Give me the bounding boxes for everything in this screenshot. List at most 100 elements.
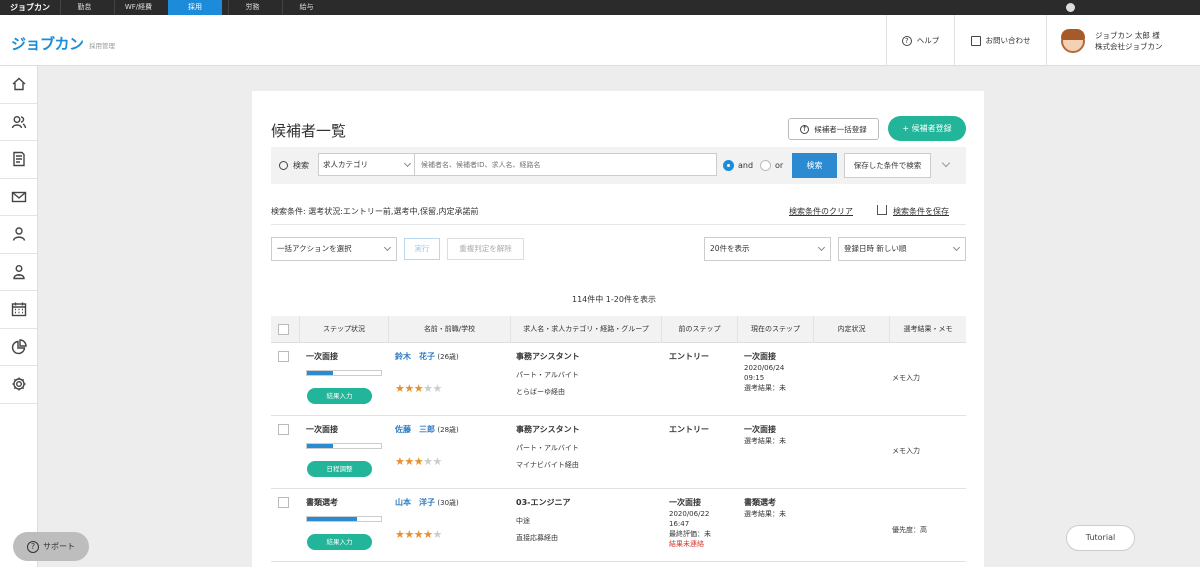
header-job: 求人名・求人カテゴリ・経路・グループ: [510, 316, 661, 343]
row-checkbox[interactable]: [278, 351, 289, 362]
prev-step-notice: 結果未連絡: [669, 540, 704, 548]
chevron-down-icon: [817, 243, 826, 252]
contact-label: お問い合わせ: [985, 36, 1031, 45]
table-row[interactable]: 一次面接 結果入力 鈴木 花子 (26歳) ★★★★★ 事務アシスタント パート…: [271, 343, 966, 416]
job-route: とらばーゆ経由: [516, 388, 565, 396]
step-status: 一次面接: [306, 425, 338, 434]
chart-icon: [11, 339, 27, 354]
header-current-step: 現在のステップ: [737, 316, 813, 343]
sidebar-item-reports[interactable]: [0, 329, 37, 366]
saved-search-button[interactable]: 保存した条件で検索: [844, 153, 931, 178]
account-icon[interactable]: [1066, 3, 1075, 12]
tab-payroll[interactable]: 給与: [282, 0, 330, 15]
current-step-result: 選考結果：未: [744, 384, 786, 392]
or-radio[interactable]: or: [760, 160, 783, 171]
contact-button[interactable]: お問い合わせ: [954, 15, 1046, 66]
candidate-name-link[interactable]: 鈴木 花子: [395, 352, 435, 361]
clear-conditions-link[interactable]: 検索条件のクリア: [789, 206, 853, 217]
candidate-name-link[interactable]: 山本 洋子: [395, 498, 435, 507]
star-rating[interactable]: ★★★★★: [395, 455, 442, 468]
release-duplicate-button[interactable]: 重複判定を解除: [447, 238, 524, 260]
sidebar-item-home[interactable]: [0, 66, 37, 104]
calendar-icon: [11, 302, 26, 317]
search-conditions: 検索条件: 選考状況:エントリー前,選考中,保留,内定承諾前: [271, 207, 479, 216]
execute-button[interactable]: 実行: [404, 238, 440, 260]
current-step-time: 09:15: [744, 374, 765, 382]
memo-input-link[interactable]: メモ入力: [892, 373, 920, 383]
question-icon: ?: [901, 35, 912, 46]
table-row[interactable]: 一次面接 日程調整 佐藤 三郎 (28歳) ★★★★★ 事務アシスタント パート…: [271, 416, 966, 489]
home-icon: [12, 77, 25, 91]
tutorial-button[interactable]: Tutorial: [1066, 525, 1135, 551]
result-input-button[interactable]: 結果入力: [307, 534, 372, 550]
top-navigation: ジョブカン 勤怠 WF/経費 採用 労務 給与: [0, 0, 1200, 15]
chevron-down-icon: [952, 243, 961, 252]
and-radio[interactable]: and: [723, 160, 753, 171]
logo[interactable]: ジョブカン: [11, 33, 84, 54]
select-all-checkbox[interactable]: [278, 324, 289, 335]
table-header: ステップ状況 名前・前職/学校 求人名・求人カテゴリ・経路・グループ 前のステッ…: [271, 316, 966, 343]
job-category-select[interactable]: 求人カテゴリ: [318, 153, 415, 176]
bulk-register-button[interactable]: ↑ 候補者一括登録: [788, 118, 879, 140]
register-candidate-button[interactable]: + 候補者登録: [888, 116, 966, 141]
candidate-list-panel: 候補者一覧 ↑ 候補者一括登録 + 候補者登録 検索 求人カテゴリ and or…: [252, 91, 984, 567]
sort-select[interactable]: 登録日時 新しい順: [838, 237, 966, 261]
result-input-button[interactable]: 結果入力: [307, 388, 372, 404]
current-step: 書類選考: [744, 498, 776, 507]
star-rating[interactable]: ★★★★★: [395, 528, 442, 541]
sidebar-item-documents[interactable]: [0, 141, 37, 179]
divider: [271, 224, 966, 225]
user-name: ジョブカン 太郎 様: [1095, 30, 1160, 40]
sidebar-item-person[interactable]: [0, 216, 37, 254]
download-icon: [877, 205, 887, 215]
tab-labor[interactable]: 労務: [228, 0, 276, 15]
prev-step: エントリー: [669, 425, 709, 434]
sidebar-item-users[interactable]: [0, 254, 37, 291]
candidate-name-link[interactable]: 佐藤 三郎: [395, 425, 435, 434]
user-group-icon: [12, 264, 25, 279]
progress-fill: [307, 444, 333, 448]
tab-workflow[interactable]: WF/経費: [114, 0, 162, 15]
candidate-age: (26歳): [437, 353, 459, 361]
search-icon: [279, 161, 288, 170]
header-name: 名前・前職/学校: [388, 316, 510, 343]
chevron-down-icon: [383, 243, 392, 252]
page-title: 候補者一覧: [271, 122, 347, 140]
job-title: 事務アシスタント: [516, 352, 580, 361]
chat-icon: [970, 35, 981, 46]
row-checkbox[interactable]: [278, 497, 289, 508]
sidebar-item-calendar[interactable]: [0, 291, 37, 329]
header-prev-step: 前のステップ: [661, 316, 737, 343]
table-row[interactable]: 書類選考 結果入力 山本 洋子 (30歳) ★★★★★ 03-エンジニア 中途 …: [271, 489, 966, 562]
keyword-search-input[interactable]: [414, 153, 717, 176]
upload-icon: ↑: [800, 124, 810, 134]
sidebar: [0, 66, 38, 567]
row-checkbox[interactable]: [278, 424, 289, 435]
bulk-action-select[interactable]: 一括アクションを選択: [271, 237, 397, 261]
header-step: ステップ状況: [299, 316, 388, 343]
question-icon: ?: [27, 540, 39, 553]
memo-input-link[interactable]: メモ入力: [892, 446, 920, 456]
prev-step: 一次面接: [669, 498, 701, 507]
expand-chevron-icon[interactable]: [941, 158, 951, 168]
sort-value: 登録日時 新しい順: [844, 244, 907, 253]
tab-attendance[interactable]: 勤怠: [60, 0, 108, 15]
user-menu[interactable]: ジョブカン 太郎 様 株式会社ジョブカン: [1046, 15, 1181, 66]
help-label: ヘルプ: [916, 36, 940, 45]
step-status: 一次面接: [306, 352, 338, 361]
sidebar-item-candidates[interactable]: [0, 104, 37, 141]
per-page-select[interactable]: 20件を表示: [704, 237, 831, 261]
star-rating[interactable]: ★★★★★: [395, 382, 442, 395]
search-button[interactable]: 検索: [792, 153, 837, 178]
prev-step-date: 2020/06/22: [669, 510, 710, 518]
tab-recruit[interactable]: 採用: [168, 0, 222, 15]
sidebar-item-settings[interactable]: [0, 366, 37, 404]
sidebar-item-mail[interactable]: [0, 179, 37, 216]
job-category: パート・アルバイト: [516, 371, 579, 379]
schedule-button[interactable]: 日程調整: [307, 461, 372, 477]
help-button[interactable]: ? ヘルプ: [886, 15, 954, 66]
save-conditions-link[interactable]: 検索条件を保存: [893, 206, 949, 217]
current-step: 一次面接: [744, 425, 776, 434]
support-button[interactable]: ? サポート: [13, 532, 89, 561]
person-icon: [12, 227, 25, 241]
